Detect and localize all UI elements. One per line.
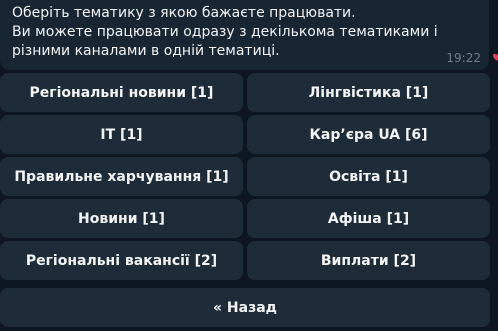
message-text: Оберіть тематику з якою бажаєте працюват… (12, 4, 442, 61)
keyboard-button-linguistics[interactable]: Лінгвістика [1] (247, 73, 490, 112)
keyboard-button-payments[interactable]: Виплати [2] (247, 241, 490, 280)
keyboard-button-career-ua[interactable]: Кар’єра UA [6] (247, 115, 490, 154)
back-button[interactable]: « Назад (0, 288, 490, 327)
keyboard-button-healthy-eating[interactable]: Правильне харчування [1] (0, 157, 243, 196)
keyboard-button-it[interactable]: IT [1] (0, 115, 243, 154)
keyboard-button-afisha[interactable]: Афіша [1] (247, 199, 490, 238)
message-line: різними каналами в одній тематиці. (12, 43, 280, 59)
message-time: 19:22 (446, 51, 481, 65)
message-line: Оберіть тематику з якою бажаєте працюват… (12, 5, 356, 21)
message-bubble: Оберіть тематику з якою бажаєте працюват… (0, 0, 489, 70)
heart-icon[interactable]: ♥ (492, 54, 498, 64)
keyboard-button-news[interactable]: Новини [1] (0, 199, 243, 238)
keyboard-button-education[interactable]: Освіта [1] (247, 157, 490, 196)
keyboard-button-regional-news[interactable]: Регіональні новини [1] (0, 73, 243, 112)
keyboard-button-regional-vacancies[interactable]: Регіональні вакансії [2] (0, 241, 243, 280)
message-line: Ви можете працювати одразу з декількома … (12, 24, 438, 40)
